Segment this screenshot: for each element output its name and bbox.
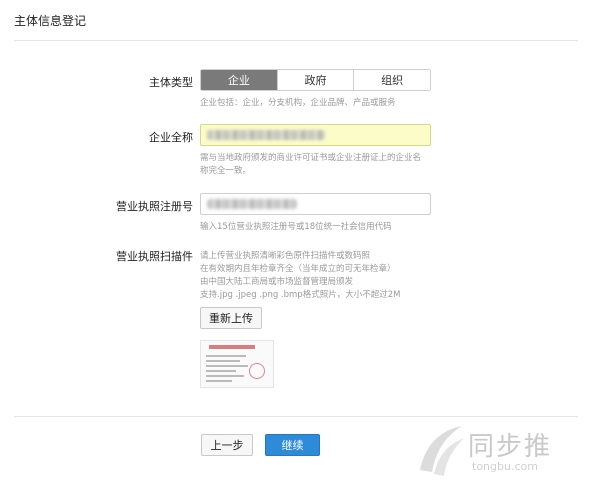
subject-type-label: 主体类型 xyxy=(149,76,193,89)
license-scan-hint-line3: 由中国大陆工商局或市场监督管理局颁发 xyxy=(200,277,354,287)
thumbnail-line xyxy=(206,370,236,372)
watermark-url: tongbu.com xyxy=(472,460,538,473)
thumbnail-line xyxy=(206,355,246,357)
license-number-label: 营业执照注册号 xyxy=(116,200,193,213)
watermark: 同步推 tongbu.com xyxy=(412,420,582,480)
company-name-hint-line1: 需与当地政府颁发的商业许可证书或企业注册证上的企业名 xyxy=(200,153,422,163)
subject-type-hint: 企业包括：企业，分支机构，企业品牌、产品或服务 xyxy=(200,98,396,108)
watermark-brand: 同步推 xyxy=(468,432,553,462)
subject-type-option-enterprise[interactable]: 企业 xyxy=(201,70,277,90)
company-name-input[interactable] xyxy=(200,124,431,146)
stamp-icon xyxy=(249,363,265,379)
subject-type-selector: 企业 政府 组织 xyxy=(200,69,431,91)
license-number-input[interactable] xyxy=(200,193,431,215)
subject-type-option-government[interactable]: 政府 xyxy=(276,70,354,90)
license-scan-hint-line4: 支持.jpg .jpeg .png .bmp格式照片，大小不超过2M xyxy=(200,290,401,300)
license-number-hint: 输入15位营业执照注册号或18位统一社会信用代码 xyxy=(200,222,392,232)
company-name-hint-line2: 称完全一致。 xyxy=(200,166,252,176)
footer-divider xyxy=(14,416,578,417)
thumbnail-header-mark xyxy=(209,345,255,349)
redacted-value xyxy=(207,199,297,209)
brand-logo-icon xyxy=(420,426,464,476)
subject-type-option-organization[interactable]: 组织 xyxy=(353,70,430,90)
prev-step-button[interactable]: 上一步 xyxy=(201,434,253,456)
license-scan-thumbnail[interactable] xyxy=(200,340,274,388)
thumbnail-line xyxy=(206,365,248,367)
license-scan-label: 营业执照扫描件 xyxy=(116,250,193,263)
license-scan-hint-line2: 在有效期内且年检章齐全（当年成立的可无年检章） xyxy=(200,264,396,274)
continue-button[interactable]: 继续 xyxy=(265,434,320,456)
company-name-label: 企业全称 xyxy=(149,131,193,144)
thumbnail-line xyxy=(206,380,232,382)
redacted-value xyxy=(207,130,325,140)
thumbnail-line xyxy=(206,360,240,362)
thumbnail-line xyxy=(206,375,244,377)
reupload-button[interactable]: 重新上传 xyxy=(200,307,262,329)
page-title: 主体信息登记 xyxy=(14,14,87,28)
license-scan-hint-line1: 请上传营业执照清晰彩色原件扫描件或数码照 xyxy=(200,251,371,261)
header-divider xyxy=(14,40,578,41)
